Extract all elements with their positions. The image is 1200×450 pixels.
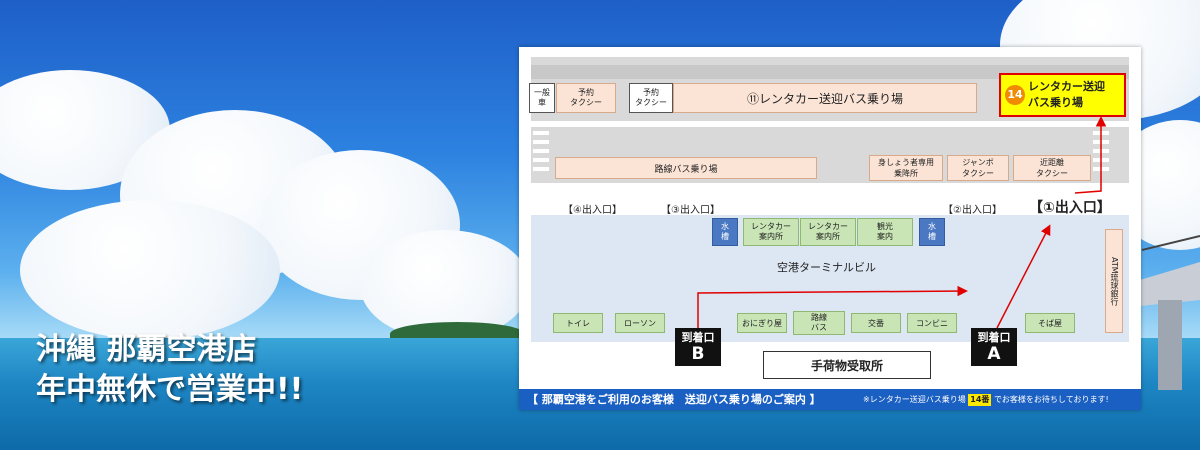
- entrance-3: 【③出入口】: [661, 205, 720, 216]
- convenience-store: コンビニ: [907, 313, 957, 333]
- number-14-badge: 14: [1005, 85, 1025, 105]
- water-tank: 水 槽: [919, 218, 945, 246]
- arrival-gate-b-label: 到着口: [681, 331, 715, 344]
- onigiri-shop: おにぎり屋: [737, 313, 787, 333]
- arrival-gate-b: 到着口 B: [675, 328, 721, 366]
- police-box: 交番: [851, 313, 901, 333]
- footer-note-post: でお客様をお待ちしております!: [993, 395, 1109, 404]
- reserved-taxi-stop: 予約 タクシー: [556, 83, 616, 113]
- atm-ryukyu-bank: ATM琉球銀行: [1105, 229, 1123, 333]
- entrance-2: 【②出入口】: [943, 205, 1002, 216]
- jumbo-taxi-stop: ジャンボ タクシー: [947, 155, 1009, 181]
- footer-note-pre: ※レンタカー送迎バス乗り場: [863, 395, 966, 404]
- rental-shuttle-stop-11: ⑪レンタカー送迎バス乗り場: [673, 83, 977, 113]
- terminal-building-label: 空港ターミナルビル: [777, 261, 876, 274]
- shuttle-14-label: レンタカー送迎 バス乗り場: [1028, 80, 1105, 109]
- headline: 沖縄 那覇空港店 年中無休で営業中!!: [36, 330, 303, 410]
- rental-shuttle-stop-14: 14 レンタカー送迎 バス乗り場: [999, 73, 1126, 117]
- tourism-info-desk: 観光 案内: [857, 218, 913, 246]
- rental-car-info-desk: レンタカー 案内所: [743, 218, 799, 246]
- baggage-claim: 手荷物受取所: [763, 351, 931, 379]
- airport-map-panel: 一般 車 予約 タクシー 予約 タクシー ⑪レンタカー送迎バス乗り場 14 レン…: [519, 47, 1141, 410]
- headline-store-name: 沖縄 那覇空港店: [36, 332, 257, 367]
- lawson-store: ローソン: [615, 313, 665, 333]
- rental-car-info-desk: レンタカー 案内所: [800, 218, 856, 246]
- footer-note-number: 14番: [968, 394, 992, 406]
- route-bus-stop: 路線バス乗り場: [555, 157, 817, 179]
- water-tank: 水 槽: [712, 218, 738, 246]
- arrival-gate-a-label: 到着口: [977, 331, 1011, 344]
- entrance-1: 【①出入口】: [1029, 200, 1111, 216]
- short-distance-taxi-stop: 近距離 タクシー: [1013, 155, 1091, 181]
- accessible-drop-off: 身しょう者専用 乗降所: [869, 155, 943, 181]
- entrance-4: 【④出入口】: [563, 205, 622, 216]
- general-car-stop: 一般 車: [529, 83, 555, 113]
- footer-title: 【 那覇空港をご利用のお客様 送迎バス乗り場のご案内 】: [527, 393, 821, 406]
- reserved-taxi-stop: 予約 タクシー: [629, 83, 673, 113]
- guide-footer: 【 那覇空港をご利用のお客様 送迎バス乗り場のご案内 】 ※レンタカー送迎バス乗…: [519, 389, 1141, 410]
- soba-shop: そば屋: [1025, 313, 1075, 333]
- headline-open-all-year: 年中無休で営業中!!: [36, 372, 304, 407]
- arrival-gate-b-letter: B: [691, 344, 705, 364]
- toilet: トイレ: [553, 313, 603, 333]
- arrival-gate-a-letter: A: [987, 344, 1001, 364]
- footer-note: ※レンタカー送迎バス乗り場 14番 でお客様をお待ちしております!: [863, 389, 1109, 410]
- arrival-gate-a: 到着口 A: [971, 328, 1017, 366]
- route-bus-counter: 路線 バス: [793, 311, 845, 335]
